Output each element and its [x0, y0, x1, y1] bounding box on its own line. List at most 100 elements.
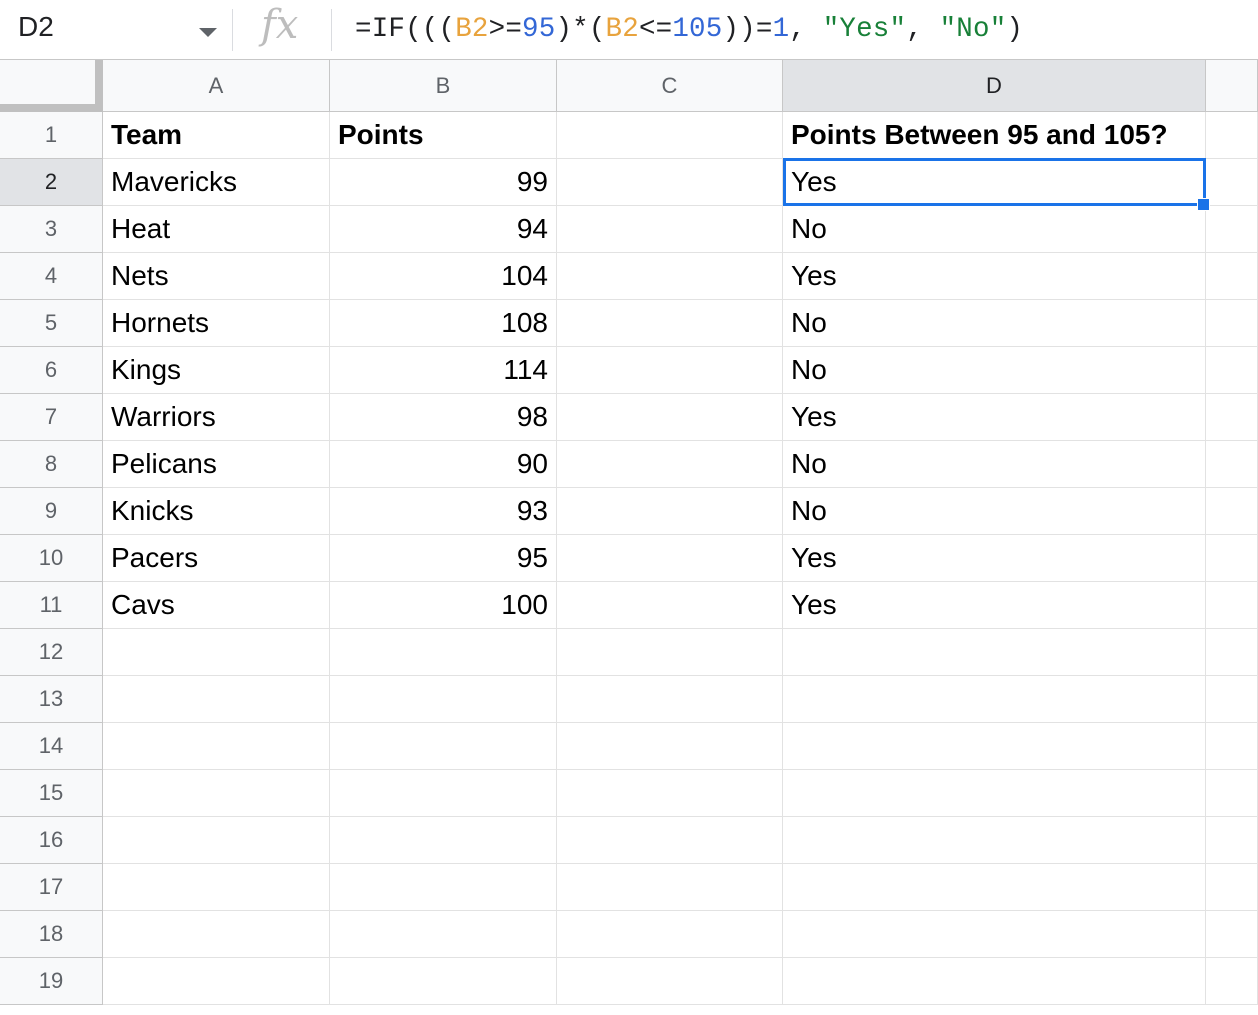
cell-a6[interactable]: Kings [103, 347, 330, 394]
row-header[interactable]: 15 [0, 770, 103, 817]
row-header[interactable]: 11 [0, 582, 103, 629]
cell-e4[interactable] [1206, 253, 1258, 300]
cell-d16[interactable] [783, 817, 1206, 864]
cell-d13[interactable] [783, 676, 1206, 723]
cell-a13[interactable] [103, 676, 330, 723]
cell-b8[interactable]: 90 [330, 441, 557, 488]
row-header[interactable]: 2 [0, 159, 103, 206]
cell-b13[interactable] [330, 676, 557, 723]
cell-c5[interactable] [557, 300, 783, 347]
cell-a11[interactable]: Cavs [103, 582, 330, 629]
name-box[interactable]: D2 [18, 11, 54, 43]
cell-e19[interactable] [1206, 958, 1258, 1005]
cell-b7[interactable]: 98 [330, 394, 557, 441]
row-header[interactable]: 5 [0, 300, 103, 347]
cell-c17[interactable] [557, 864, 783, 911]
cell-c1[interactable] [557, 112, 783, 159]
cell-d11[interactable]: Yes [783, 582, 1206, 629]
cell-e16[interactable] [1206, 817, 1258, 864]
cell-d14[interactable] [783, 723, 1206, 770]
cell-c14[interactable] [557, 723, 783, 770]
cell-e18[interactable] [1206, 911, 1258, 958]
cell-b17[interactable] [330, 864, 557, 911]
cell-c16[interactable] [557, 817, 783, 864]
cell-a2[interactable]: Mavericks [103, 159, 330, 206]
cell-c19[interactable] [557, 958, 783, 1005]
cell-c13[interactable] [557, 676, 783, 723]
cell-d15[interactable] [783, 770, 1206, 817]
cell-a19[interactable] [103, 958, 330, 1005]
cell-c15[interactable] [557, 770, 783, 817]
cell-c9[interactable] [557, 488, 783, 535]
cell-e7[interactable] [1206, 394, 1258, 441]
cell-b3[interactable]: 94 [330, 206, 557, 253]
cell-e9[interactable] [1206, 488, 1258, 535]
row-header[interactable]: 17 [0, 864, 103, 911]
cell-d7[interactable]: Yes [783, 394, 1206, 441]
cell-a10[interactable]: Pacers [103, 535, 330, 582]
row-header[interactable]: 9 [0, 488, 103, 535]
cell-e2[interactable] [1206, 159, 1258, 206]
cell-c4[interactable] [557, 253, 783, 300]
row-header[interactable]: 13 [0, 676, 103, 723]
cell-c8[interactable] [557, 441, 783, 488]
cell-b2[interactable]: 99 [330, 159, 557, 206]
cell-b19[interactable] [330, 958, 557, 1005]
cell-d5[interactable]: No [783, 300, 1206, 347]
cell-a4[interactable]: Nets [103, 253, 330, 300]
cell-b1[interactable]: Points [330, 112, 557, 159]
cell-e8[interactable] [1206, 441, 1258, 488]
cell-d18[interactable] [783, 911, 1206, 958]
row-header[interactable]: 7 [0, 394, 103, 441]
cell-a17[interactable] [103, 864, 330, 911]
cell-e5[interactable] [1206, 300, 1258, 347]
row-header[interactable]: 1 [0, 112, 103, 159]
row-header[interactable]: 14 [0, 723, 103, 770]
cell-b18[interactable] [330, 911, 557, 958]
row-header[interactable]: 4 [0, 253, 103, 300]
cell-e14[interactable] [1206, 723, 1258, 770]
row-header[interactable]: 18 [0, 911, 103, 958]
row-header[interactable]: 16 [0, 817, 103, 864]
cell-c10[interactable] [557, 535, 783, 582]
cell-d4[interactable]: Yes [783, 253, 1206, 300]
column-header-a[interactable]: A [103, 60, 330, 112]
frozen-row-handle[interactable] [0, 104, 103, 112]
cell-d3[interactable]: No [783, 206, 1206, 253]
cell-c18[interactable] [557, 911, 783, 958]
cell-d9[interactable]: No [783, 488, 1206, 535]
row-header[interactable]: 3 [0, 206, 103, 253]
column-header-b[interactable]: B [330, 60, 557, 112]
cell-d17[interactable] [783, 864, 1206, 911]
cell-a5[interactable]: Hornets [103, 300, 330, 347]
cell-b16[interactable] [330, 817, 557, 864]
cell-e1[interactable] [1206, 112, 1258, 159]
cell-b9[interactable]: 93 [330, 488, 557, 535]
cell-d2[interactable]: Yes [783, 159, 1206, 206]
row-header[interactable]: 10 [0, 535, 103, 582]
cell-c2[interactable] [557, 159, 783, 206]
column-header-c[interactable]: C [557, 60, 783, 112]
fill-handle[interactable] [1197, 198, 1210, 211]
cell-d1[interactable]: Points Between 95 and 105? [783, 112, 1206, 159]
cell-a8[interactable]: Pelicans [103, 441, 330, 488]
cell-c3[interactable] [557, 206, 783, 253]
cell-e10[interactable] [1206, 535, 1258, 582]
cell-b6[interactable]: 114 [330, 347, 557, 394]
cell-b14[interactable] [330, 723, 557, 770]
cell-b15[interactable] [330, 770, 557, 817]
column-header-e[interactable] [1206, 60, 1258, 112]
cell-a12[interactable] [103, 629, 330, 676]
cell-e12[interactable] [1206, 629, 1258, 676]
cell-e13[interactable] [1206, 676, 1258, 723]
cell-a9[interactable]: Knicks [103, 488, 330, 535]
cell-b11[interactable]: 100 [330, 582, 557, 629]
row-header[interactable]: 19 [0, 958, 103, 1005]
cell-e17[interactable] [1206, 864, 1258, 911]
cell-b10[interactable]: 95 [330, 535, 557, 582]
cell-a16[interactable] [103, 817, 330, 864]
cell-b12[interactable] [330, 629, 557, 676]
cell-c12[interactable] [557, 629, 783, 676]
formula-input[interactable]: =IF(((B2>=95)*(B2<=105))=1, "Yes", "No") [355, 14, 1023, 45]
cell-a7[interactable]: Warriors [103, 394, 330, 441]
